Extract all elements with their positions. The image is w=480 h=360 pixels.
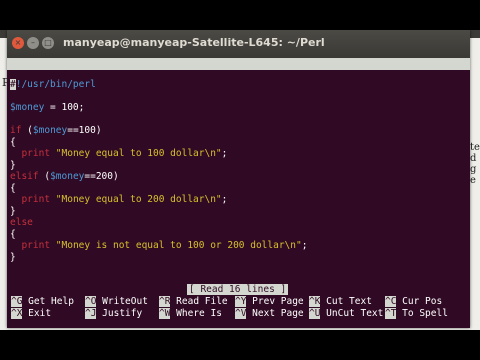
code-token: $money	[32, 125, 68, 136]
shortcut-label: Cur Pos	[396, 296, 443, 307]
code-line[interactable]: {	[10, 229, 468, 241]
shortcut-key: ^G	[11, 296, 23, 307]
code-line[interactable]: }	[10, 160, 468, 172]
shortcut-label: UnCut Text	[320, 308, 384, 319]
window-title: manyeap@manyeap-Satellite-L645: ~/Perl	[63, 36, 325, 49]
code-token: {	[10, 182, 16, 194]
shortcut-key: ^U	[309, 308, 321, 319]
code-token: "Money is not equal to 100 or 200 dollar…	[55, 240, 302, 251]
shortcut-key: ^T	[385, 308, 397, 319]
code-token: {	[10, 228, 16, 240]
shortcut-key: ^C	[385, 296, 397, 307]
code-token: "Money equal to 100 dollar\n"	[55, 148, 222, 159]
minimize-icon[interactable]: –	[27, 37, 39, 49]
code-token: {	[10, 136, 16, 148]
code-token: }	[10, 251, 16, 263]
shortcut-key: ^K	[309, 296, 321, 307]
code-token: if	[10, 125, 22, 136]
close-icon[interactable]: ×	[12, 37, 24, 49]
terminal-window[interactable]: × – □ manyeap@manyeap-Satellite-L645: ~/…	[7, 30, 470, 328]
shortcut-bar: ^G Get Help ^O WriteOut ^R Read File ^Y Pre…	[7, 296, 470, 320]
code-token: elsif	[10, 171, 39, 182]
shortcut-item: ^X Exit	[11, 308, 51, 320]
shortcut-item: ^V Next Page	[235, 308, 304, 320]
background-text-right-2: d	[470, 153, 477, 164]
code-line[interactable]: }	[10, 206, 468, 218]
code-line[interactable]: {	[10, 183, 468, 195]
letterbox-top	[0, 0, 480, 30]
code-line[interactable]: if ($money==100)	[10, 125, 468, 137]
code-token: = 100;	[44, 102, 85, 113]
background-text-right-1: te	[470, 142, 480, 153]
code-token: ;	[221, 148, 228, 159]
code-token: (	[21, 125, 33, 136]
background-text-right-3: g	[470, 164, 477, 175]
shortcut-item: ^U UnCut Text	[309, 308, 383, 320]
shortcut-item: ^C Cur Pos	[385, 296, 442, 308]
shortcut-key: ^W	[159, 308, 171, 319]
shortcut-label: Next Page	[246, 308, 304, 319]
shortcut-row-2: ^X Exit ^J Justify ^W Where Is ^V Next Page…	[7, 308, 470, 320]
shortcut-item: ^K Cut Text	[309, 296, 372, 308]
code-line[interactable]	[10, 114, 468, 126]
code-line[interactable]: else	[10, 217, 468, 229]
shortcut-label: Get Help	[22, 296, 74, 307]
code-line[interactable]: {	[10, 137, 468, 149]
letterbox-bottom	[0, 330, 480, 360]
code-line[interactable]: $money = 100;	[10, 102, 468, 114]
shortcut-item: ^Y Prev Page	[235, 296, 304, 308]
code-line[interactable]: #!/usr/bin/perl	[10, 79, 468, 91]
shortcut-row-1: ^G Get Help ^O WriteOut ^R Read File ^Y Pre…	[7, 296, 470, 308]
code-token: $money	[50, 171, 85, 182]
window-titlebar[interactable]: × – □ manyeap@manyeap-Satellite-L645: ~/…	[7, 30, 470, 58]
background-text-right: te d g e	[470, 142, 480, 186]
code-line[interactable]: }	[10, 252, 468, 264]
shortcut-key: ^X	[11, 308, 23, 319]
shortcut-item: ^G Get Help	[11, 296, 74, 308]
maximize-icon[interactable]: □	[42, 37, 54, 49]
background-text-right-4: e	[470, 175, 476, 186]
code-token: }	[10, 205, 16, 217]
code-token: ;	[301, 240, 308, 251]
shortcut-item: ^O WriteOut	[85, 296, 148, 308]
shortcut-item: ^T To Spell	[385, 308, 448, 320]
code-token: print	[10, 240, 51, 251]
code-token: print	[10, 148, 51, 159]
code-token: (	[38, 171, 51, 182]
shortcut-label: Exit	[22, 308, 52, 319]
code-line[interactable]: print "Money equal to 200 dollar\n";	[10, 194, 468, 206]
shortcut-label: Where Is	[170, 308, 222, 319]
code-token: $money	[10, 102, 45, 113]
editor-text-area[interactable]: #!/usr/bin/perl $money = 100; if ($money==…	[10, 79, 468, 263]
code-token: ;	[221, 194, 228, 205]
shortcut-key: ^J	[85, 308, 97, 319]
shortcut-item: ^J Justify	[85, 308, 142, 320]
shortcut-label: To Spell	[396, 308, 448, 319]
code-token: ==100)	[67, 125, 102, 136]
shortcut-label: Cut Text	[320, 296, 372, 307]
shortcut-key: ^O	[85, 296, 97, 307]
shortcut-label: Prev Page	[246, 296, 304, 307]
nano-status-message: [ Read 16 lines ]	[187, 284, 289, 295]
shortcut-key: ^V	[235, 308, 247, 319]
shortcut-label: Justify	[96, 308, 143, 319]
code-token: print	[10, 194, 51, 205]
shortcut-key: ^Y	[235, 296, 247, 307]
code-token: ==200)	[84, 171, 119, 182]
code-token: else	[10, 217, 33, 228]
shortcut-key: ^R	[159, 296, 171, 307]
code-line[interactable]: print "Money is not equal to 100 or 200 …	[10, 240, 468, 252]
code-token: !/usr/bin/perl	[15, 79, 96, 90]
shortcut-label: Read File	[170, 296, 228, 307]
shortcut-item: ^R Read File	[159, 296, 228, 308]
code-token: }	[10, 159, 16, 171]
code-line[interactable]: print "Money equal to 100 dollar\n";	[10, 148, 468, 160]
code-line[interactable]: elsif ($money==200)	[10, 171, 468, 183]
nano-header-bar: GNU nano 2.2.6 File: if_many.pl	[7, 58, 470, 93]
shortcut-label: WriteOut	[96, 296, 148, 307]
code-line[interactable]	[10, 91, 468, 103]
shortcut-item: ^W Where Is	[159, 308, 222, 320]
code-token: "Money equal to 200 dollar\n"	[55, 194, 222, 205]
